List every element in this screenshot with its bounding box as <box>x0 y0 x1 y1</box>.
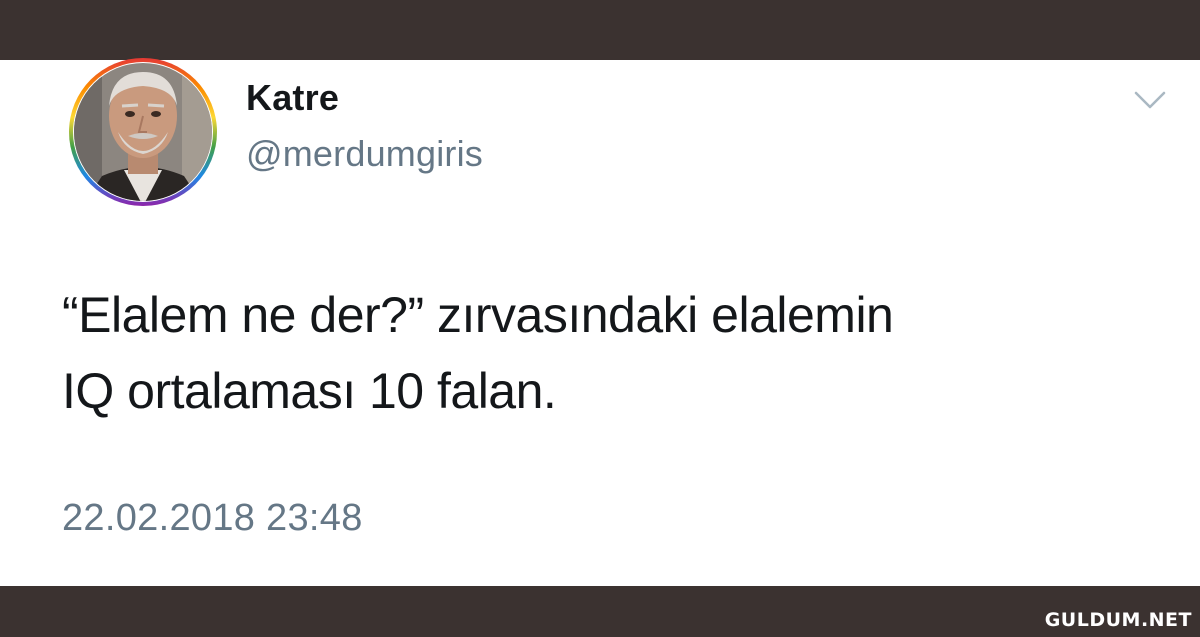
screenshot-frame: Katre @merdumgiris “Elalem ne der?” zırv… <box>0 0 1200 637</box>
avatar[interactable] <box>62 58 224 206</box>
tweet-timestamp[interactable]: 22.02.2018 23:48 <box>62 497 363 540</box>
watermark: GULDUM.NET <box>1044 609 1192 631</box>
top-border <box>0 0 1200 60</box>
avatar-image <box>69 58 217 206</box>
bottom-border <box>0 586 1200 637</box>
chevron-down-icon[interactable] <box>1132 88 1168 112</box>
display-name[interactable]: Katre <box>246 77 339 119</box>
tweet-card: Katre @merdumgiris “Elalem ne der?” zırv… <box>0 58 1200 586</box>
user-handle[interactable]: @merdumgiris <box>246 133 483 175</box>
tweet-text: “Elalem ne der?” zırvasındaki elalemin I… <box>62 277 1162 429</box>
tweet-text-line: “Elalem ne der?” zırvasındaki elalemin <box>62 287 894 343</box>
tweet-text-line: IQ ortalaması 10 falan. <box>62 363 557 419</box>
